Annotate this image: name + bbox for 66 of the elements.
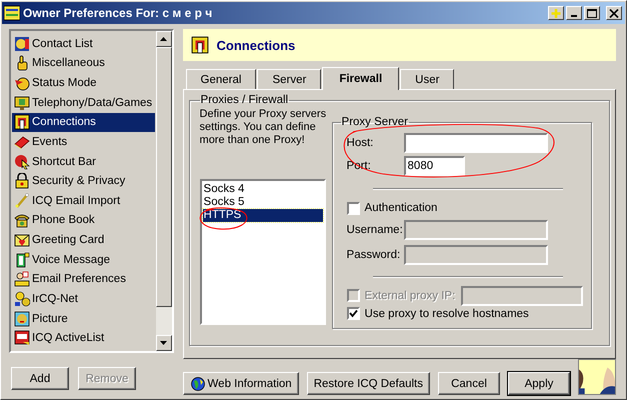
checkbox[interactable] (346, 307, 360, 320)
port-field[interactable]: 8080 (404, 156, 465, 176)
sidebar-item[interactable]: Status Mode (12, 73, 155, 93)
down-arrow-icon (160, 341, 168, 345)
cursor-icon (14, 154, 30, 170)
cancel-button[interactable]: Cancel (438, 372, 500, 395)
sidebar-item[interactable]: Connections (12, 112, 155, 132)
scroll-down-button[interactable] (156, 335, 172, 351)
sidebar-item[interactable]: Phone Book (12, 210, 155, 230)
group-title: Proxy Server (340, 116, 409, 128)
tab[interactable]: Server (257, 69, 322, 89)
checkbox-label: Use proxy to resolve hostnames (364, 308, 529, 320)
section-title: Connections (216, 38, 296, 52)
portrait-icon (14, 310, 30, 327)
envelope-icon (14, 232, 30, 248)
add-button[interactable]: Add (11, 367, 69, 390)
minimize-button[interactable] (566, 6, 582, 20)
username-label: Username: (346, 224, 404, 236)
wand-icon (14, 192, 30, 209)
sidebar-item[interactable]: Greeting Card (12, 230, 155, 250)
sidebar-item[interactable]: Telephony/Data/Games (12, 92, 155, 112)
proxy-list-item[interactable]: Socks 5 (202, 196, 323, 209)
checkbox-label: Authentication (364, 202, 438, 214)
sidebar-item[interactable]: Voice Message (12, 250, 155, 270)
sidebar-item[interactable]: IrCQ-Net (12, 289, 155, 309)
password-label: Password: (346, 248, 402, 260)
close-button[interactable] (606, 6, 622, 20)
apply-button[interactable]: Apply (508, 372, 570, 395)
scrollbar-thumb[interactable] (156, 47, 172, 307)
tab[interactable]: User (400, 69, 454, 89)
close-icon (609, 8, 619, 18)
web-information-button[interactable]: Web Information (182, 372, 299, 395)
tab[interactable]: Firewall (322, 67, 400, 90)
tab[interactable]: General (186, 69, 256, 89)
restore-defaults-button[interactable]: Restore ICQ Defaults (306, 372, 430, 395)
telephone-icon (14, 212, 30, 228)
sidebar-item[interactable]: Contact List (12, 34, 155, 54)
book-icon (14, 134, 30, 150)
proxy-list[interactable]: Socks 4 Socks 5 HTTPS (200, 179, 326, 325)
host-label: Host: (346, 136, 374, 148)
proxy-list-item[interactable]: Socks 4 (202, 183, 323, 196)
proxy-list-item[interactable]: HTTPS (202, 209, 323, 222)
sidebar-item[interactable]: ICQ Email Import (12, 191, 155, 211)
sidebar-item[interactable]: Miscellaneous (12, 54, 155, 74)
description-text: Define your Proxy servers settings. You can define more than one Proxy! (200, 108, 328, 147)
maximize-button[interactable] (584, 6, 600, 20)
checkbox[interactable] (346, 202, 360, 215)
host-field[interactable] (404, 132, 548, 152)
checkbox-label: External proxy IP: (364, 290, 456, 302)
plus-button[interactable] (548, 6, 564, 20)
sidebar-item[interactable]: Events (12, 132, 155, 152)
app-icon (4, 5, 20, 21)
sidebar-item[interactable]: Security & Privacy (12, 171, 155, 191)
sidebar-item[interactable]: ICQ ActiveList (12, 328, 155, 348)
sidebar-item[interactable]: Picture (12, 308, 155, 328)
up-arrow-icon (160, 37, 168, 41)
window-title: Owner Preferences For: с м е р ч (23, 6, 214, 20)
scroll-up-button[interactable] (156, 31, 172, 47)
sidebar-item[interactable]: Email Preferences (12, 270, 155, 290)
minimize-icon (571, 15, 577, 17)
globe-icon (190, 376, 206, 392)
plus-icon (551, 8, 561, 18)
group-title: Proxies / Firewall (200, 94, 290, 106)
padlock-icon (14, 173, 30, 190)
sidebar-item[interactable]: Shortcut Bar (12, 152, 155, 172)
maximize-icon (587, 8, 597, 18)
